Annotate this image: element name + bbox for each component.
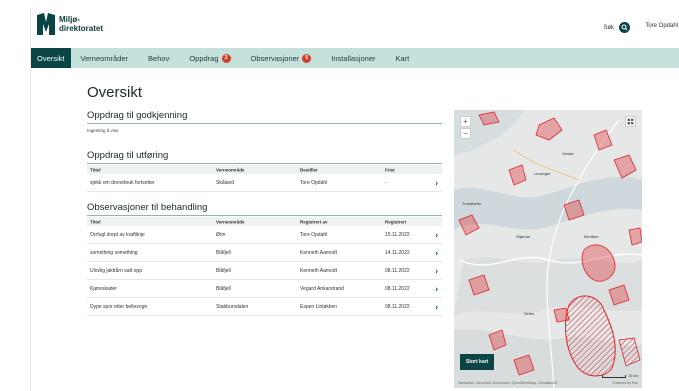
tab-kart[interactable]: Kart xyxy=(386,48,420,68)
table-row[interactable]: something something Blåfjell Kenneth Aam… xyxy=(87,245,442,262)
place-label: Stjørdal xyxy=(516,234,530,239)
cell-title: Orrfugl drept av kraftlinje xyxy=(90,232,145,238)
tab-label: Observasjoner xyxy=(250,53,300,63)
zoom-out-button[interactable]: − xyxy=(460,128,471,139)
tab-observasjoner[interactable]: Observasjoner 5 xyxy=(241,48,322,68)
divider xyxy=(87,123,442,124)
tab-verneomrader[interactable]: Verneområder xyxy=(71,48,139,68)
esri-credit[interactable]: Powered by Esri xyxy=(613,381,638,385)
cell-person: Kenneth Aamodt xyxy=(300,268,337,274)
chevron-right-icon: › xyxy=(435,230,438,240)
tab-label: Oversikt xyxy=(37,53,65,63)
place-label: Verdal xyxy=(562,151,573,156)
table-row[interactable]: Orrfugl drept av kraftlinje Ørin Tore Op… xyxy=(87,227,442,244)
cell-date: 08.11.2022 xyxy=(385,304,410,310)
divider xyxy=(87,163,442,164)
cell-date: 08.11.2022 xyxy=(385,286,410,292)
section-title-observasjoner: Observasjoner til behandling xyxy=(87,202,208,213)
divider xyxy=(87,215,442,216)
cell-person: Tore Opdahl xyxy=(300,232,328,238)
cell-area: Skåland xyxy=(216,180,235,186)
logo-line-2: direktoratet xyxy=(59,24,104,33)
empty-message: Ingenting å vise xyxy=(87,128,119,133)
cell-person: Vegard Ankarstrand xyxy=(300,286,344,292)
tab-installasjoner[interactable]: Installasjoner xyxy=(321,48,385,68)
cell-title: Dype spor etter beltevogn xyxy=(90,304,148,310)
scale-label: 20 km xyxy=(628,374,638,378)
column-header: Verneområde xyxy=(216,167,245,172)
chevron-right-icon: › xyxy=(435,178,438,188)
cell-date: 14.11.2022 xyxy=(385,250,410,256)
place-label: Selbu xyxy=(524,311,534,316)
header: Miljø- direktoratet Søk Tore Opdahl xyxy=(31,8,679,48)
cell-area: Ørin xyxy=(216,232,226,238)
column-header: Tittel xyxy=(90,167,101,172)
table-header: Tittel Verneområde Bestiller Frist xyxy=(87,165,442,174)
column-header: Registrert av xyxy=(300,219,328,224)
place-label: Meråker xyxy=(584,234,599,239)
app-frame: Miljø- direktoratet Søk Tore Opdahl Over… xyxy=(30,8,679,391)
tab-label: Oppdrag xyxy=(189,53,219,63)
column-header: Tittel xyxy=(90,219,101,224)
page-title: Oversikt xyxy=(87,84,143,101)
cell-area: Blåfjell xyxy=(216,268,231,274)
search-icon xyxy=(619,22,630,33)
scale-bar: 20 km xyxy=(602,374,638,378)
column-header: Bestiller xyxy=(300,167,318,172)
count-badge: 5 xyxy=(302,53,312,63)
place-label: Trondheim xyxy=(462,201,482,206)
cell-date: 08.11.2022 xyxy=(385,268,410,274)
chevron-right-icon: › xyxy=(435,302,438,312)
tab-behov[interactable]: Behov xyxy=(138,48,179,68)
logo-line-1: Miljø- xyxy=(59,15,80,24)
table-row[interactable]: sjekk om dronebruk fortsetter Skåland To… xyxy=(87,175,442,192)
count-badge: 2 xyxy=(221,53,231,63)
cell-person: Kenneth Aamodt xyxy=(300,250,337,256)
large-map-button[interactable]: Stort kart xyxy=(460,354,495,370)
logo-text: Miljø- direktoratet xyxy=(59,15,103,33)
cell-title: sjekk om dronebruk fortsetter xyxy=(90,180,155,186)
search-button[interactable]: Søk xyxy=(603,22,630,33)
cell-title: Kjøreskader xyxy=(90,286,117,292)
tab-oversikt[interactable]: Oversikt xyxy=(31,48,71,68)
search-label: Søk xyxy=(603,24,614,31)
user-menu[interactable]: Tore Opdahl xyxy=(645,23,678,29)
table-row[interactable]: Kjøreskader Blåfjell Vegard Ankarstrand … xyxy=(87,281,442,298)
scale-bar-graphic xyxy=(602,374,627,378)
table-row[interactable]: Dype spor etter beltevogn Stabbursdalen … xyxy=(87,299,442,316)
map-attribution: Kartverket, Geovekst, Kommuner, OpenStre… xyxy=(458,381,558,385)
map-view[interactable]: Verdal Levanger Stjørdal Meråker Selbu T… xyxy=(454,110,642,388)
table-header: Tittel Verneområde Registrert av Registr… xyxy=(87,217,442,226)
cell-date: 15.11.2022 xyxy=(385,232,410,238)
chevron-right-icon: › xyxy=(435,266,438,276)
tab-label: Kart xyxy=(395,53,410,63)
logo[interactable]: Miljø- direktoratet xyxy=(37,13,103,35)
tab-label: Verneområder xyxy=(80,53,129,63)
cell-title: Ulovlig jakttårn satt opp xyxy=(90,268,142,274)
zoom-in-button[interactable]: + xyxy=(460,116,471,127)
tab-oppdrag[interactable]: Oppdrag 2 xyxy=(179,48,240,68)
cell-title: something something xyxy=(90,250,138,256)
cell-date: - xyxy=(385,180,387,186)
section-title-utforing: Oppdrag til utføring xyxy=(87,150,169,161)
cell-area: Blåfjell xyxy=(216,250,231,256)
column-header: Registrert xyxy=(385,219,407,224)
section-title-godkjenning: Oppdrag til godkjenning xyxy=(87,110,188,121)
cell-person: Espen Linløkken xyxy=(300,304,337,310)
cell-area: Stabbursdalen xyxy=(216,304,249,310)
place-label: Levanger xyxy=(534,171,551,176)
chevron-right-icon: › xyxy=(435,284,438,294)
column-header: Verneområde xyxy=(216,219,245,224)
tab-label: Installasjoner xyxy=(331,53,376,63)
layers-icon[interactable] xyxy=(625,116,636,127)
cell-area: Blåfjell xyxy=(216,286,231,292)
map-canvas: Verdal Levanger Stjørdal Meråker Selbu T… xyxy=(454,110,642,388)
tab-label: Behov xyxy=(148,53,170,63)
chevron-right-icon: › xyxy=(435,248,438,258)
main-nav: Oversikt Verneområder Behov Oppdrag 2 Obs… xyxy=(31,48,679,68)
logo-mark-icon xyxy=(37,13,55,35)
cell-person: Tore Opdahl xyxy=(300,180,328,186)
table-row[interactable]: Ulovlig jakttårn satt opp Blåfjell Kenne… xyxy=(87,263,442,280)
column-header: Frist xyxy=(385,167,395,172)
